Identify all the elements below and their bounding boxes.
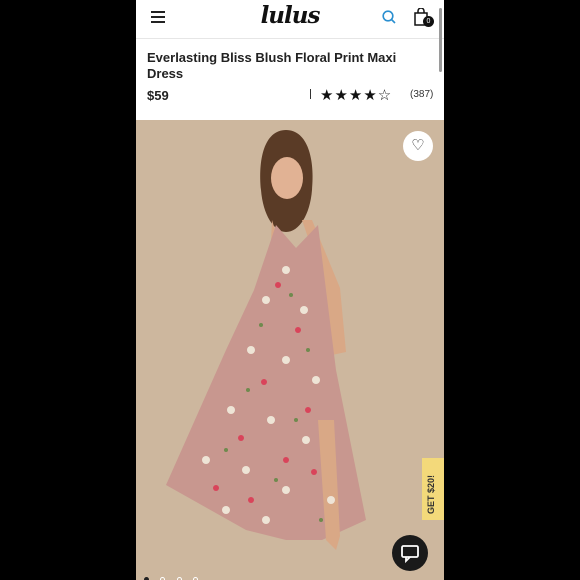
product-price: $59 xyxy=(147,88,169,103)
chat-icon xyxy=(401,545,419,564)
gallery-pagination-dots xyxy=(144,569,205,580)
product-photo[interactable]: ♡ GET $20! xyxy=(136,120,444,580)
rating-divider xyxy=(310,89,311,99)
product-title: Everlasting Bliss Blush Floral Print Max… xyxy=(147,50,397,81)
top-nav-bar: lulus 0 xyxy=(136,0,444,72)
star-rating[interactable]: ★★★★☆ xyxy=(320,86,392,104)
scrollbar[interactable] xyxy=(439,8,442,72)
chat-button[interactable] xyxy=(392,535,428,571)
phone-screen: lulus 0 Everlasting Bliss Blush Floral P… xyxy=(136,0,444,580)
get-20-promo-tab[interactable]: GET $20! xyxy=(422,458,444,520)
heart-icon: ♡ xyxy=(411,137,425,154)
promo-label: GET $20! xyxy=(426,474,436,514)
bag-count-badge: 0 xyxy=(423,16,434,27)
lulus-logo[interactable]: lulus xyxy=(136,2,444,29)
search-icon[interactable] xyxy=(382,10,396,24)
wishlist-heart-button[interactable]: ♡ xyxy=(403,131,433,161)
dress-photo-illustration xyxy=(136,120,444,580)
review-count[interactable]: (387) xyxy=(410,89,433,100)
